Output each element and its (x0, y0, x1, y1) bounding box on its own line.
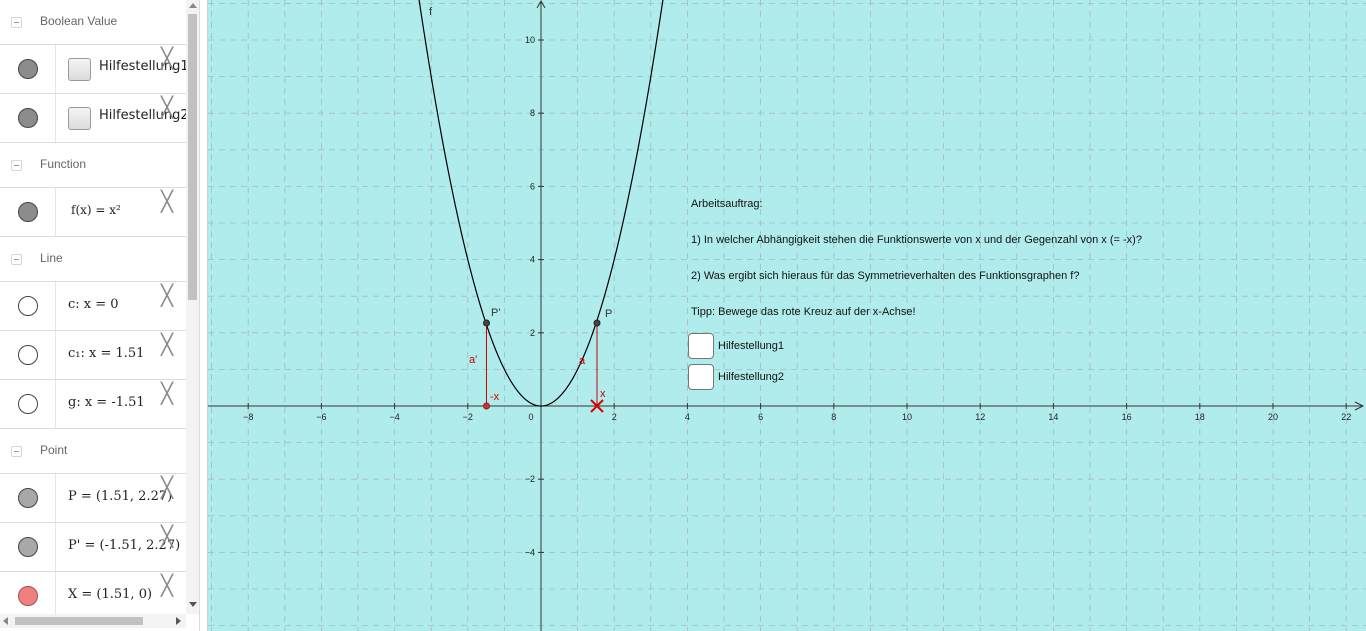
item-label: Hilfestellung1 = (99, 59, 200, 74)
segment-label-a-prime: a' (469, 354, 477, 366)
visibility-marble-icon[interactable] (18, 537, 38, 557)
x-tick-label: −4 (389, 412, 399, 422)
category-function[interactable]: Function (0, 143, 186, 188)
scroll-up-icon[interactable] (189, 3, 197, 8)
algebra-item-hilfestellung2[interactable]: Hilfestellung2 = ╳ (0, 94, 199, 143)
x-tick-label: −6 (316, 412, 326, 422)
item-expression: P = (1.51, 2.27) (68, 489, 173, 504)
scroll-left-icon[interactable] (3, 617, 8, 625)
visibility-marble-icon[interactable] (18, 108, 38, 128)
category-label: Function (40, 157, 87, 171)
collapse-toggle-icon[interactable] (11, 254, 22, 265)
category-label: Point (40, 443, 68, 457)
visibility-marble-icon[interactable] (18, 59, 38, 79)
category-label: Line (40, 251, 63, 265)
x-tick-label: 2 (612, 412, 617, 422)
visibility-marble-icon[interactable] (18, 586, 38, 606)
item-expression: c₁: x = 1.51 (68, 346, 145, 361)
algebra-item-function-f[interactable]: f(x) = x² ╳ (0, 188, 186, 237)
item-expression: f(x) = x² (71, 203, 121, 217)
close-icon[interactable]: ╳ (161, 334, 179, 354)
visibility-marble-icon[interactable] (18, 345, 38, 365)
x-tick-label: 6 (758, 412, 763, 422)
x-tick-label: −2 (463, 412, 473, 422)
x-tick-label: 12 (975, 412, 985, 422)
y-tick-label: −2 (525, 474, 535, 484)
visibility-marble-icon[interactable] (18, 296, 38, 316)
algebra-item-line-c[interactable]: c: x = 0 ╳ (0, 282, 186, 331)
y-tick-label: 2 (530, 328, 535, 338)
item-expression: c: x = 0 (68, 297, 119, 312)
point-p-prime[interactable] (483, 319, 490, 327)
close-icon[interactable]: ╳ (161, 526, 179, 546)
point-label-p: P (605, 308, 612, 320)
y-tick-label: 6 (530, 181, 535, 191)
close-icon[interactable]: ╳ (161, 48, 179, 68)
scrollbar-thumb[interactable] (15, 617, 143, 625)
scroll-right-icon[interactable] (176, 617, 181, 625)
x-tick-label: 18 (1195, 412, 1205, 422)
item-expression: X = (1.51, 0) (68, 587, 153, 602)
boolean-checkbox[interactable] (68, 107, 91, 130)
category-point[interactable]: Point (0, 429, 186, 474)
boolean-checkbox[interactable] (68, 58, 91, 81)
point-label-x: x (600, 388, 606, 400)
x-tick-label: 4 (685, 412, 690, 422)
collapse-toggle-icon[interactable] (11, 160, 22, 171)
scrollbar-thumb[interactable] (188, 14, 197, 300)
task-question-1: 1) In welcher Abhängigkeit stehen die Fu… (691, 234, 1142, 246)
y-tick-label: 4 (530, 255, 535, 265)
x-tick-label: 20 (1268, 412, 1278, 422)
x-tick-label: −8 (243, 412, 253, 422)
visibility-marble-icon[interactable] (18, 202, 38, 222)
algebra-item-line-c1[interactable]: c₁: x = 1.51 ╳ (0, 331, 186, 380)
close-icon[interactable]: ╳ (161, 97, 179, 117)
y-tick-label: −4 (525, 547, 535, 557)
close-icon[interactable]: ╳ (161, 477, 179, 497)
algebra-item-line-g[interactable]: g: x = -1.51 ╳ (0, 380, 186, 429)
checkbox-hilfestellung2[interactable] (688, 364, 714, 390)
category-line[interactable]: Line (0, 237, 186, 282)
checkbox-hilfestellung1[interactable] (688, 333, 714, 359)
close-icon[interactable]: ╳ (161, 383, 179, 403)
vertical-scrollbar[interactable] (186, 0, 199, 614)
checkbox-label-hilfestellung2: Hilfestellung2 (718, 371, 785, 383)
algebra-view: Boolean Value Hilfestellung1 = ╳ Hilfest… (0, 0, 200, 631)
x-tick-label: 10 (902, 412, 912, 422)
x-tick-label: 22 (1341, 412, 1351, 422)
collapse-toggle-icon[interactable] (11, 446, 22, 457)
x-tick-label: 0 (528, 412, 533, 422)
x-tick-label: 8 (831, 412, 836, 422)
curve-label-f: f (429, 6, 433, 18)
x-tick-label: 16 (1122, 412, 1132, 422)
algebra-item-point-p-prime[interactable]: P' = (-1.51, 2.27) ╳ (0, 523, 186, 572)
point-p[interactable] (593, 319, 601, 327)
close-icon[interactable]: ╳ (161, 285, 179, 305)
point-label-p-prime: P' (491, 307, 500, 319)
item-expression: g: x = -1.51 (68, 395, 145, 410)
y-tick-label: 10 (525, 35, 535, 45)
close-icon[interactable]: ╳ (161, 191, 179, 211)
y-tick-label: 8 (530, 108, 535, 118)
point-label-neg-x: -x (490, 391, 500, 403)
close-icon[interactable]: ╳ (161, 575, 179, 595)
point-neg-x[interactable] (483, 402, 490, 410)
algebra-item-point-p[interactable]: P = (1.51, 2.27) ╳ (0, 474, 186, 523)
scroll-down-icon[interactable] (189, 602, 197, 607)
task-title: Arbeitsauftrag: (691, 198, 763, 210)
segment-label-a: a (579, 355, 586, 367)
category-boolean[interactable]: Boolean Value (0, 0, 186, 45)
horizontal-scrollbar[interactable] (0, 614, 186, 628)
checkbox-label-hilfestellung1: Hilfestellung1 (718, 340, 785, 352)
algebra-item-hilfestellung1[interactable]: Hilfestellung1 = ╳ (0, 45, 199, 94)
collapse-toggle-icon[interactable] (11, 17, 22, 28)
visibility-marble-icon[interactable] (18, 488, 38, 508)
task-question-2: 2) Was ergibt sich hieraus für das Symme… (691, 270, 1080, 282)
visibility-marble-icon[interactable] (18, 394, 38, 414)
geogebra-app: Boolean Value Hilfestellung1 = ╳ Hilfest… (0, 0, 1366, 631)
item-label: Hilfestellung2 = (99, 108, 200, 123)
category-label: Boolean Value (40, 14, 118, 28)
task-tip: Tipp: Bewege das rote Kreuz auf der x-Ac… (691, 306, 916, 318)
x-tick-label: 14 (1048, 412, 1058, 422)
